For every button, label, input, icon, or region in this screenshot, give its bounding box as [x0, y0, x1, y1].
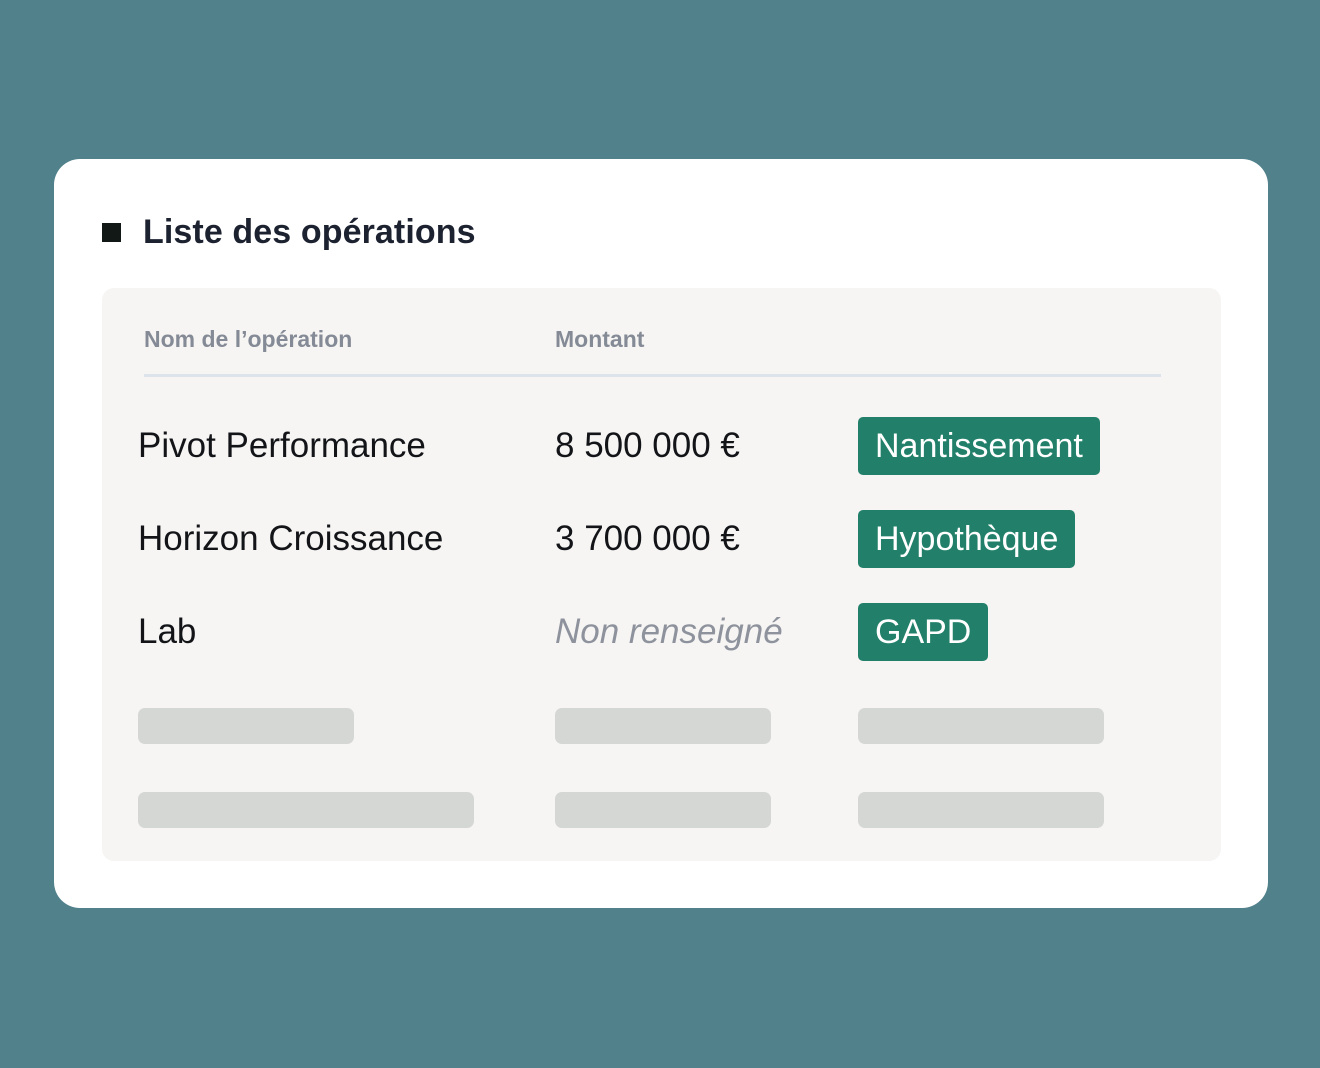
- operation-amount: 3 700 000 €: [555, 519, 740, 558]
- operations-card: Liste des opérations Nom de l’opération …: [54, 159, 1268, 908]
- operation-amount: 8 500 000 €: [555, 426, 740, 465]
- skeleton-placeholder: [138, 792, 474, 828]
- table-row[interactable]: Horizon Croissance 3 700 000 € Hypothèqu…: [102, 510, 1221, 568]
- operation-amount-empty: Non renseigné: [555, 612, 783, 651]
- operation-tag: GAPD: [858, 603, 989, 661]
- header-divider: [144, 374, 1161, 377]
- column-header-name: Nom de l’opération: [144, 326, 353, 352]
- table-row[interactable]: Lab Non renseigné GAPD: [102, 603, 1221, 661]
- column-header-amount: Montant: [555, 326, 645, 352]
- card-header: Liste des opérations: [102, 207, 476, 257]
- skeleton-placeholder: [555, 708, 771, 744]
- operation-name: Horizon Croissance: [138, 519, 444, 558]
- skeleton-placeholder: [858, 708, 1104, 744]
- operation-name: Lab: [138, 612, 197, 651]
- skeleton-placeholder: [858, 792, 1104, 828]
- operations-table: Nom de l’opération Montant Pivot Perform…: [102, 288, 1221, 861]
- table-row[interactable]: Pivot Performance 8 500 000 € Nantisseme…: [102, 417, 1221, 475]
- skeleton-placeholder: [555, 792, 771, 828]
- skeleton-placeholder: [138, 708, 354, 744]
- operation-tag: Nantissement: [858, 417, 1100, 475]
- card-title: Liste des opérations: [143, 212, 476, 251]
- square-bullet-icon: [102, 222, 121, 242]
- operation-tag: Hypothèque: [858, 510, 1076, 568]
- operation-name: Pivot Performance: [138, 426, 426, 465]
